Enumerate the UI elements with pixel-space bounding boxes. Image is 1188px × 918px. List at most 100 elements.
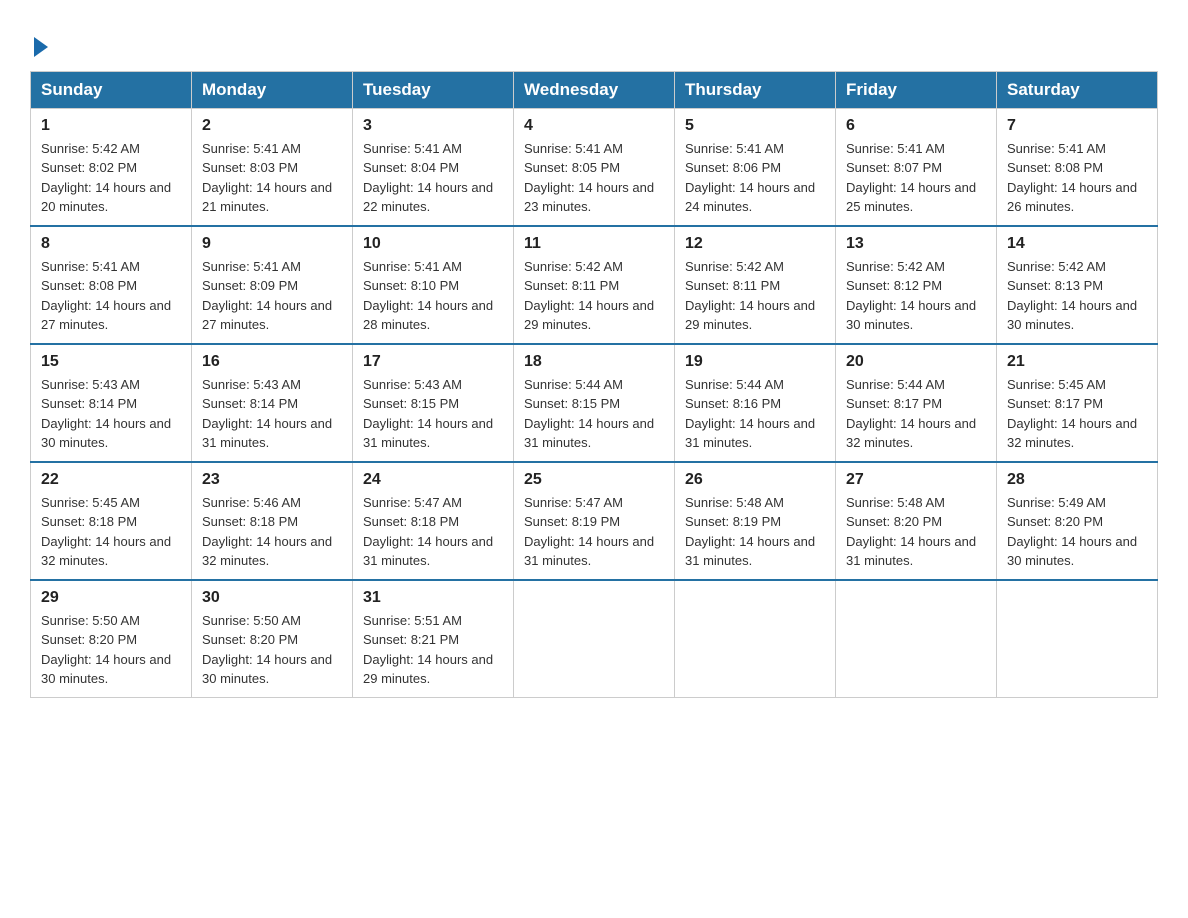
day-info: Sunrise: 5:42 AMSunset: 8:11 PMDaylight:… [685,259,815,333]
day-number: 9 [202,235,342,253]
day-number: 10 [363,235,503,253]
calendar-day-header-thursday: Thursday [675,71,836,108]
calendar-cell: 15 Sunrise: 5:43 AMSunset: 8:14 PMDayligh… [31,344,192,462]
day-number: 1 [41,117,181,135]
day-number: 18 [524,353,664,371]
calendar-cell: 1 Sunrise: 5:42 AMSunset: 8:02 PMDaylight… [31,108,192,226]
day-info: Sunrise: 5:42 AMSunset: 8:02 PMDaylight:… [41,141,171,215]
day-info: Sunrise: 5:41 AMSunset: 8:08 PMDaylight:… [41,259,171,333]
day-number: 26 [685,471,825,489]
day-info: Sunrise: 5:45 AMSunset: 8:17 PMDaylight:… [1007,377,1137,451]
calendar-week-row-5: 29 Sunrise: 5:50 AMSunset: 8:20 PMDayligh… [31,580,1158,698]
calendar-day-header-friday: Friday [836,71,997,108]
calendar-cell: 24 Sunrise: 5:47 AMSunset: 8:18 PMDayligh… [353,462,514,580]
day-info: Sunrise: 5:41 AMSunset: 8:10 PMDaylight:… [363,259,493,333]
day-info: Sunrise: 5:50 AMSunset: 8:20 PMDaylight:… [202,613,332,687]
calendar-cell: 28Sunrise: 5:49 AMSunset: 8:20 PMDayligh… [997,462,1158,580]
day-info: Sunrise: 5:44 AMSunset: 8:17 PMDaylight:… [846,377,976,451]
calendar-cell: 6 Sunrise: 5:41 AMSunset: 8:07 PMDaylight… [836,108,997,226]
calendar-cell: 14 Sunrise: 5:42 AMSunset: 8:13 PMDayligh… [997,226,1158,344]
day-number: 30 [202,589,342,607]
day-info: Sunrise: 5:43 AMSunset: 8:15 PMDaylight:… [363,377,493,451]
day-number: 5 [685,117,825,135]
calendar-week-row-4: 22Sunrise: 5:45 AMSunset: 8:18 PMDayligh… [31,462,1158,580]
day-info: Sunrise: 5:43 AMSunset: 8:14 PMDaylight:… [202,377,332,451]
calendar-cell: 30 Sunrise: 5:50 AMSunset: 8:20 PMDayligh… [192,580,353,698]
day-info: Sunrise: 5:44 AMSunset: 8:15 PMDaylight:… [524,377,654,451]
day-number: 20 [846,353,986,371]
day-number: 4 [524,117,664,135]
day-number: 25 [524,471,664,489]
day-info: Sunrise: 5:47 AMSunset: 8:19 PMDaylight:… [524,495,654,569]
calendar-week-row-1: 1 Sunrise: 5:42 AMSunset: 8:02 PMDaylight… [31,108,1158,226]
day-number: 29 [41,589,181,607]
calendar-cell: 2Sunrise: 5:41 AMSunset: 8:03 PMDaylight… [192,108,353,226]
calendar-cell: 11Sunrise: 5:42 AMSunset: 8:11 PMDayligh… [514,226,675,344]
day-number: 24 [363,471,503,489]
calendar-week-row-3: 15 Sunrise: 5:43 AMSunset: 8:14 PMDayligh… [31,344,1158,462]
calendar-cell: 13 Sunrise: 5:42 AMSunset: 8:12 PMDayligh… [836,226,997,344]
calendar-cell: 25 Sunrise: 5:47 AMSunset: 8:19 PMDayligh… [514,462,675,580]
day-info: Sunrise: 5:41 AMSunset: 8:03 PMDaylight:… [202,141,332,215]
calendar-day-header-tuesday: Tuesday [353,71,514,108]
logo-text-block [30,28,48,61]
calendar-day-header-saturday: Saturday [997,71,1158,108]
day-info: Sunrise: 5:50 AMSunset: 8:20 PMDaylight:… [41,613,171,687]
calendar-cell: 29 Sunrise: 5:50 AMSunset: 8:20 PMDayligh… [31,580,192,698]
calendar-cell [514,580,675,698]
calendar-day-header-monday: Monday [192,71,353,108]
calendar-day-header-wednesday: Wednesday [514,71,675,108]
calendar-cell: 18 Sunrise: 5:44 AMSunset: 8:15 PMDayligh… [514,344,675,462]
day-number: 8 [41,235,181,253]
calendar-cell: 7 Sunrise: 5:41 AMSunset: 8:08 PMDaylight… [997,108,1158,226]
day-number: 3 [363,117,503,135]
calendar-cell: 26 Sunrise: 5:48 AMSunset: 8:19 PMDayligh… [675,462,836,580]
day-number: 23 [202,471,342,489]
day-info: Sunrise: 5:47 AMSunset: 8:18 PMDaylight:… [363,495,493,569]
calendar-cell: 22Sunrise: 5:45 AMSunset: 8:18 PMDayligh… [31,462,192,580]
calendar-cell: 19 Sunrise: 5:44 AMSunset: 8:16 PMDayligh… [675,344,836,462]
calendar-cell: 5 Sunrise: 5:41 AMSunset: 8:06 PMDaylight… [675,108,836,226]
calendar-cell [675,580,836,698]
calendar-cell: 17Sunrise: 5:43 AMSunset: 8:15 PMDayligh… [353,344,514,462]
calendar-cell: 9 Sunrise: 5:41 AMSunset: 8:09 PMDaylight… [192,226,353,344]
day-info: Sunrise: 5:44 AMSunset: 8:16 PMDaylight:… [685,377,815,451]
logo [30,28,48,61]
calendar-cell: 20 Sunrise: 5:44 AMSunset: 8:17 PMDayligh… [836,344,997,462]
calendar-cell: 27 Sunrise: 5:48 AMSunset: 8:20 PMDayligh… [836,462,997,580]
day-number: 19 [685,353,825,371]
calendar-cell: 3 Sunrise: 5:41 AMSunset: 8:04 PMDaylight… [353,108,514,226]
day-number: 15 [41,353,181,371]
calendar-table: SundayMondayTuesdayWednesdayThursdayFrid… [30,71,1158,698]
day-info: Sunrise: 5:41 AMSunset: 8:07 PMDaylight:… [846,141,976,215]
day-info: Sunrise: 5:41 AMSunset: 8:06 PMDaylight:… [685,141,815,215]
day-number: 21 [1007,353,1147,371]
day-info: Sunrise: 5:48 AMSunset: 8:19 PMDaylight:… [685,495,815,569]
day-info: Sunrise: 5:42 AMSunset: 8:12 PMDaylight:… [846,259,976,333]
day-info: Sunrise: 5:48 AMSunset: 8:20 PMDaylight:… [846,495,976,569]
day-number: 14 [1007,235,1147,253]
day-number: 27 [846,471,986,489]
day-number: 6 [846,117,986,135]
day-info: Sunrise: 5:43 AMSunset: 8:14 PMDaylight:… [41,377,171,451]
day-number: 16 [202,353,342,371]
day-number: 13 [846,235,986,253]
calendar-header-row: SundayMondayTuesdayWednesdayThursdayFrid… [31,71,1158,108]
day-info: Sunrise: 5:41 AMSunset: 8:08 PMDaylight:… [1007,141,1137,215]
day-info: Sunrise: 5:42 AMSunset: 8:13 PMDaylight:… [1007,259,1137,333]
day-number: 7 [1007,117,1147,135]
logo-triangle-icon [34,37,48,57]
calendar-cell [836,580,997,698]
day-info: Sunrise: 5:49 AMSunset: 8:20 PMDaylight:… [1007,495,1137,569]
day-info: Sunrise: 5:41 AMSunset: 8:04 PMDaylight:… [363,141,493,215]
day-info: Sunrise: 5:41 AMSunset: 8:09 PMDaylight:… [202,259,332,333]
calendar-cell: 31Sunrise: 5:51 AMSunset: 8:21 PMDayligh… [353,580,514,698]
day-number: 22 [41,471,181,489]
day-number: 12 [685,235,825,253]
day-number: 11 [524,235,664,253]
calendar-week-row-2: 8 Sunrise: 5:41 AMSunset: 8:08 PMDaylight… [31,226,1158,344]
calendar-cell: 4Sunrise: 5:41 AMSunset: 8:05 PMDaylight… [514,108,675,226]
calendar-cell: 23Sunrise: 5:46 AMSunset: 8:18 PMDayligh… [192,462,353,580]
page-header [30,20,1158,61]
day-number: 31 [363,589,503,607]
